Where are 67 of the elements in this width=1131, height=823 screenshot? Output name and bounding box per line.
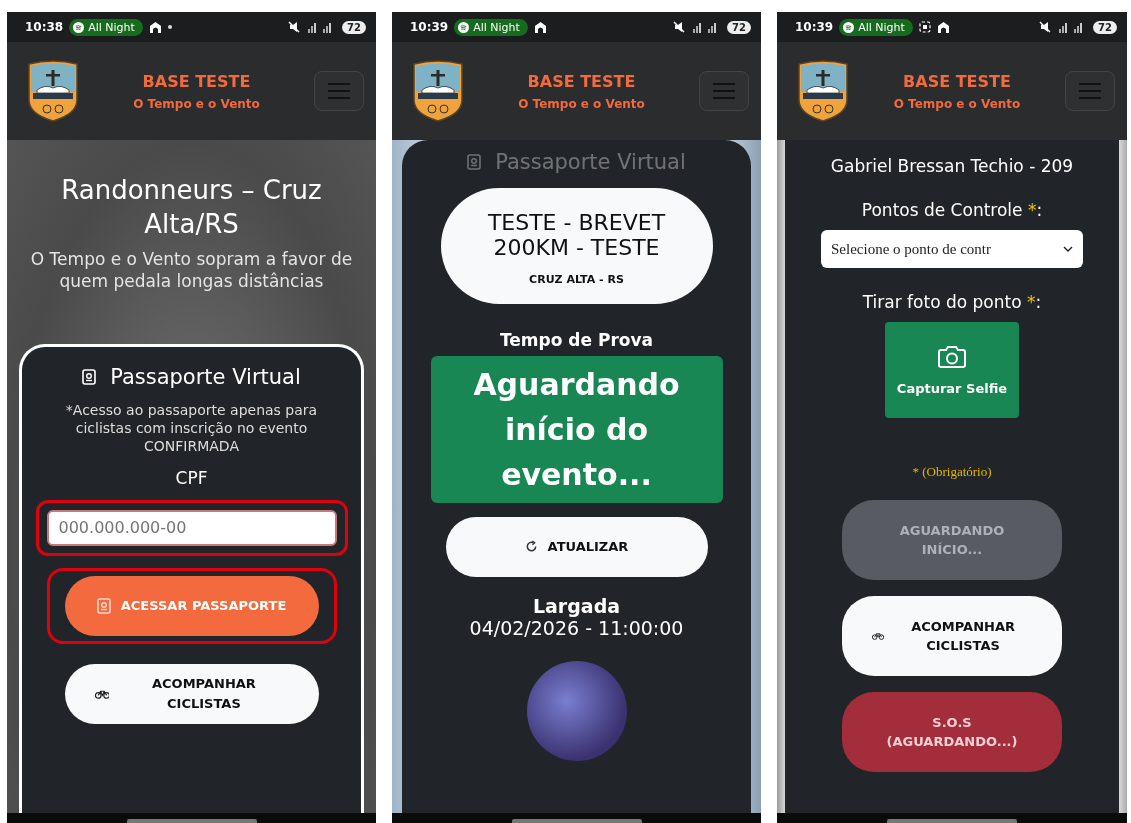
passport-icon (467, 154, 482, 170)
site-title: BASE TESTE (527, 71, 636, 91)
camera-icon (937, 344, 967, 369)
event-title: TESTE - BREVET 200KM - TESTE (486, 210, 667, 261)
home-handle[interactable] (126, 819, 257, 823)
field-label: CPF (175, 467, 208, 488)
menu-icon (1078, 82, 1102, 100)
field-label: Pontos de Controle *: (861, 200, 1043, 220)
passport-icon (96, 597, 111, 614)
home-icon (533, 20, 547, 34)
menu-icon (327, 82, 351, 100)
required-hint: * (Obrigatório) (912, 464, 992, 480)
field-label: Tirar foto do ponto *: (862, 292, 1042, 312)
follow-cyclists-button[interactable]: ACOMPANHAR CICLISTAS (64, 663, 319, 724)
site-title: BASE TESTE (142, 71, 251, 91)
hero-title: Randonneurs – Cruz Alta/RS (60, 174, 323, 241)
menu-icon (712, 82, 736, 100)
card-heading: Passaporte Virtual (495, 150, 686, 174)
checkpoint-dropdown[interactable]: Selecione o ponto de contr (821, 230, 1083, 268)
refresh-icon (524, 540, 538, 554)
refresh-button[interactable]: ATUALIZAR (445, 516, 708, 577)
status-time: 10:39 (410, 20, 449, 34)
hero-tagline: O Tempo e o Vento sopram a favor de quem pedala longas distâncias (29, 247, 354, 292)
event-location: CRUZ ALTA - RS (529, 272, 624, 286)
status-time: 10:39 (795, 20, 834, 34)
site-subtitle: O Tempo e o Vento (518, 96, 645, 111)
section-title: Tempo de Prova (499, 329, 653, 350)
status-time: 10:38 (25, 20, 64, 34)
club-logo-drawing (27, 60, 79, 122)
menu-button[interactable] (1065, 71, 1115, 111)
music-app-icon (73, 21, 85, 33)
start-label: Largada (532, 594, 621, 617)
follow-cyclists-button[interactable]: ACOMPANHAR CICLISTAS (842, 596, 1062, 676)
menu-button[interactable] (314, 71, 364, 111)
capture-selfie-button[interactable]: Capturar Selfie (885, 322, 1019, 418)
music-app-icon (458, 21, 470, 33)
home-handle[interactable] (887, 819, 1017, 823)
chevron-down-icon (1063, 246, 1073, 252)
home-icon (148, 20, 162, 34)
rider-name: Gabriel Bressan Techio - 209 (830, 156, 1074, 176)
site-subtitle: O Tempo e o Vento (133, 96, 260, 111)
sos-button[interactable]: S.O.S (AGUARDANDO...) (842, 692, 1062, 772)
site-title: BASE TESTE (903, 71, 1011, 91)
site-subtitle: O Tempo e o Vento (893, 96, 1021, 111)
media-chip[interactable]: All Night (69, 18, 143, 36)
bicycle-icon (872, 631, 885, 641)
card-heading: Passaporte Virtual (110, 365, 301, 389)
passport-icon (82, 369, 97, 385)
battery-level: 72 (1093, 20, 1117, 34)
menu-button[interactable] (699, 71, 749, 111)
mute-icon (673, 21, 686, 33)
home-handle[interactable] (511, 819, 642, 823)
club-logo-drawing (412, 60, 464, 122)
club-logo-drawing (797, 60, 849, 122)
access-note: *Acesso ao passaporte apenas para ciclistas com inscrição no evento CONFIRMADA (64, 401, 319, 456)
start-datetime: 04/02/2026 - 11:00:00 (469, 616, 684, 639)
battery-level: 72 (342, 20, 366, 34)
home-icon (936, 20, 950, 34)
mute-icon (1039, 21, 1052, 33)
bicycle-icon (94, 688, 110, 699)
media-chip[interactable]: All Night (454, 18, 528, 36)
race-status-panel: Aguardando início do evento... (430, 355, 723, 503)
battery-level: 72 (727, 20, 751, 34)
music-app-icon (843, 21, 855, 33)
media-chip[interactable]: All Night (839, 18, 913, 36)
cpf-input-field[interactable]: 000.000.000-00 (46, 509, 337, 546)
mute-icon (288, 21, 301, 33)
